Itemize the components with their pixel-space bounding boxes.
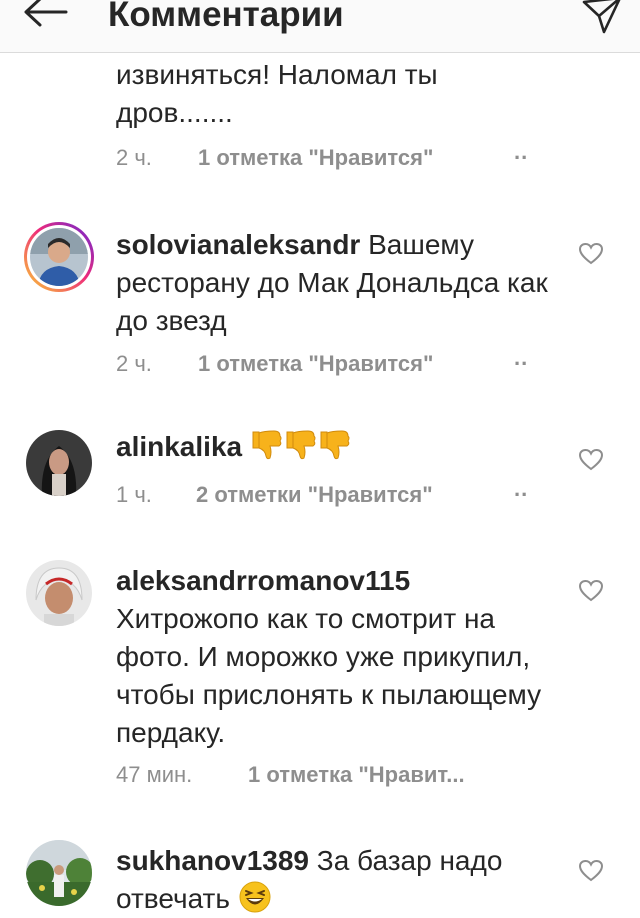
- comment-time: 2 ч.: [116, 145, 152, 170]
- comment-username[interactable]: solovianaleksandr: [116, 229, 360, 260]
- thumbs-down-icon: [252, 430, 282, 460]
- comment-meta: 1 ч. 2 отметки "Нравится" ..: [116, 476, 527, 510]
- comment-meta: 47 мин. 1 отметка "Нравит...: [116, 760, 465, 790]
- comment-meta: 2 ч. 1 отметка "Нравится" ..: [116, 139, 527, 173]
- comment-username[interactable]: alinkalika: [116, 431, 242, 462]
- comment-text-line: извиняться! Наломал ты: [116, 59, 438, 90]
- like-button[interactable]: [578, 448, 604, 472]
- comment-text: извиняться! Наломал ты дров.......: [116, 56, 556, 132]
- comment-time: 47 мин.: [116, 762, 193, 787]
- avatar[interactable]: [26, 840, 92, 906]
- heart-icon: [578, 242, 604, 265]
- comment-time: 2 ч.: [116, 351, 152, 376]
- more-options-button[interactable]: ..: [514, 137, 528, 167]
- avatar[interactable]: [26, 560, 92, 626]
- comment-text: sukhanov1389 За базар надо отвечать: [116, 842, 556, 918]
- like-button[interactable]: [578, 859, 604, 883]
- like-button[interactable]: [578, 579, 604, 603]
- like-button[interactable]: [578, 242, 604, 266]
- comment-likes-link[interactable]: 1 отметка "Нравит...: [248, 760, 465, 790]
- comment-text: solovianaleksandr Вашему ресторану до Ма…: [116, 226, 556, 340]
- comment-likes-link[interactable]: 1 отметка "Нравится": [198, 349, 433, 379]
- comment-time: 1 ч.: [116, 482, 152, 507]
- back-button[interactable]: [22, 0, 70, 38]
- comment-likes-link[interactable]: 2 отметки "Нравится": [196, 480, 433, 510]
- comment-text: aleksandrromanov115 Хитрожопо как то смо…: [116, 562, 556, 752]
- avatar[interactable]: [26, 430, 92, 496]
- thumbs-down-icon: [320, 430, 350, 460]
- more-options-button[interactable]: ..: [514, 343, 528, 373]
- top-app-bar: Комментарии: [0, 0, 640, 53]
- avatar-photo: [26, 560, 92, 626]
- thumbs-down-emoji: [250, 430, 352, 462]
- arrow-left-icon: [24, 0, 68, 27]
- heart-icon: [578, 859, 604, 882]
- comment-text-line: дров.......: [116, 97, 233, 128]
- comment-body: Хитрожопо как то смотрит на фото. И моро…: [116, 603, 542, 748]
- paper-plane-icon: [582, 0, 621, 34]
- more-options-button[interactable]: ..: [514, 474, 528, 504]
- heart-icon: [578, 579, 604, 602]
- comment-username[interactable]: sukhanov1389: [116, 845, 309, 876]
- comment-likes-link[interactable]: 1 отметка "Нравится": [198, 143, 433, 173]
- laughing-emoji-icon: [239, 881, 271, 913]
- comment-username[interactable]: aleksandrromanov115: [116, 565, 410, 596]
- comment-text: alinkalika: [116, 428, 556, 466]
- page-title: Комментарии: [108, 0, 344, 34]
- share-button[interactable]: [580, 0, 624, 36]
- avatar[interactable]: [24, 222, 94, 292]
- thumbs-down-icon: [286, 430, 316, 460]
- avatar-photo: [26, 430, 92, 496]
- avatar-photo: [30, 228, 88, 286]
- avatar-photo: [26, 840, 92, 906]
- heart-icon: [578, 448, 604, 471]
- comment-meta: 2 ч. 1 отметка "Нравится" ..: [116, 345, 527, 379]
